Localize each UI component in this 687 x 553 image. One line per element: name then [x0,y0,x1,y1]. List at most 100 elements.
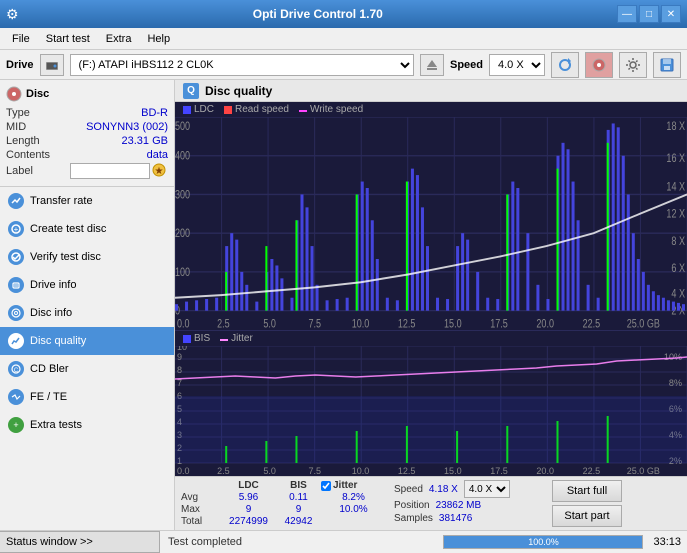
disc-section-icon [6,86,22,102]
speed-stat-value: 4.18 X [429,484,458,495]
jitter-checkbox[interactable] [321,481,331,491]
svg-text:10.0: 10.0 [352,466,370,476]
legend-jitter-label: Jitter [231,333,253,344]
verify-test-disc-icon [8,249,24,265]
svg-text:5.0: 5.0 [263,318,276,330]
svg-text:12 X: 12 X [666,209,685,221]
max-jitter: 10.0% [321,504,386,515]
total-label: Total [181,516,221,527]
svg-text:100: 100 [175,267,190,279]
menu-extra[interactable]: Extra [98,31,140,47]
sidebar-item-fe-te[interactable]: FE / TE [0,383,174,411]
maximize-button[interactable]: □ [639,5,659,23]
svg-text:10.0: 10.0 [352,318,370,330]
save-btn[interactable] [653,52,681,78]
svg-text:★: ★ [155,166,164,177]
menubar: File Start test Extra Help [0,28,687,50]
svg-text:500: 500 [175,121,190,133]
extra-tests-icon: + [8,417,24,433]
svg-text:6 X: 6 X [671,263,685,275]
status-window-button[interactable]: Status window >> [0,531,160,553]
svg-text:18 X: 18 X [666,121,685,133]
svg-text:22.5: 22.5 [583,318,601,330]
disc-quality-header: Q Disc quality [175,80,687,102]
label-edit-btn[interactable]: ★ [152,163,168,179]
svg-text:12.5: 12.5 [398,466,416,476]
legend-read-speed: Read speed [224,104,289,115]
sidebar-item-transfer-rate[interactable]: Transfer rate [0,187,174,215]
status-time: 33:13 [647,536,687,548]
eject-btn[interactable] [420,54,444,76]
nav-items: Transfer rate + Create test disc Verify … [0,187,174,439]
disc-quality-icon [8,333,24,349]
minimize-button[interactable]: — [617,5,637,23]
svg-text:+: + [14,225,19,234]
disc-label-input[interactable] [70,163,150,179]
disc-length-label: Length [6,135,40,147]
svg-text:10: 10 [177,346,187,352]
avg-label: Avg [181,492,221,503]
svg-text:17.5: 17.5 [490,318,508,330]
drive-select[interactable]: (F:) ATAPI iHBS112 2 CL0K [70,54,414,76]
media-icon-btn[interactable] [585,52,613,78]
sidebar-item-disc-info[interactable]: Disc info [0,299,174,327]
svg-text:200: 200 [175,228,190,240]
speed-select[interactable]: 4.0 X [489,54,545,76]
ldc-color [183,106,191,114]
status-bar: Status window >> Test completed 100.0% 3… [0,530,687,552]
sidebar-item-disc-quality[interactable]: Disc quality [0,327,174,355]
svg-text:0.0: 0.0 [177,318,190,330]
svg-text:0.0: 0.0 [177,466,190,476]
col-bis-header: BIS [276,480,321,491]
disc-info-section: Disc Type BD-R MID SONYNN3 (002) Length … [0,80,174,187]
svg-text:16 X: 16 X [666,153,685,165]
disc-type-value: BD-R [141,107,168,119]
sidebar-item-verify-test-disc[interactable]: Verify test disc [0,243,174,271]
speed-stat-select[interactable]: 4.0 X [464,480,510,498]
cd-bler-icon: C [8,361,24,377]
menu-help[interactable]: Help [139,31,178,47]
drive-label: Drive [6,59,34,71]
refresh-btn[interactable] [551,52,579,78]
left-panel: Disc Type BD-R MID SONYNN3 (002) Length … [0,80,175,530]
menu-file[interactable]: File [4,31,38,47]
sidebar-item-extra-tests[interactable]: + Extra tests [0,411,174,439]
svg-text:25.0 GB: 25.0 GB [627,318,660,330]
svg-text:7.5: 7.5 [309,318,322,330]
svg-text:400: 400 [175,151,190,163]
svg-text:+: + [13,420,18,430]
svg-text:8 X: 8 X [671,236,685,248]
nav-fe-te-label: FE / TE [30,391,67,403]
titlebar: ⚙ Opti Drive Control 1.70 — □ ✕ [0,0,687,28]
nav-disc-quality-label: Disc quality [30,335,86,347]
sidebar-item-cd-bler[interactable]: C CD Bler [0,355,174,383]
config-btn[interactable] [619,52,647,78]
progress-value: 100.0% [528,537,559,547]
avg-bis: 0.11 [276,492,321,503]
nav-disc-info-label: Disc info [30,307,72,319]
disc-info-icon [8,305,24,321]
svg-text:20.0: 20.0 [536,466,554,476]
jitter-color [220,339,228,341]
samples-value: 381476 [439,513,472,524]
disc-mid-label: MID [6,121,26,133]
disc-type-label: Type [6,107,30,119]
legend-bis: BIS [183,333,210,344]
position-label: Position [394,500,430,511]
start-full-button[interactable]: Start full [552,480,622,502]
transfer-rate-icon [8,193,24,209]
avg-jitter: 8.2% [321,492,386,503]
app-icon: ⚙ [6,6,19,23]
speed-label: Speed [450,59,483,71]
drive-icon-btn[interactable] [40,54,64,76]
menu-start-test[interactable]: Start test [38,31,98,47]
close-button[interactable]: ✕ [661,5,681,23]
sidebar-item-create-test-disc[interactable]: + Create test disc [0,215,174,243]
start-part-button[interactable]: Start part [552,505,622,527]
legend-ldc-label: LDC [194,104,214,115]
svg-text:5.0: 5.0 [263,466,276,476]
drive-info-icon [8,277,24,293]
main-content: Disc Type BD-R MID SONYNN3 (002) Length … [0,80,687,530]
sidebar-item-drive-info[interactable]: Drive info [0,271,174,299]
svg-text:25.0 GB: 25.0 GB [627,466,660,476]
